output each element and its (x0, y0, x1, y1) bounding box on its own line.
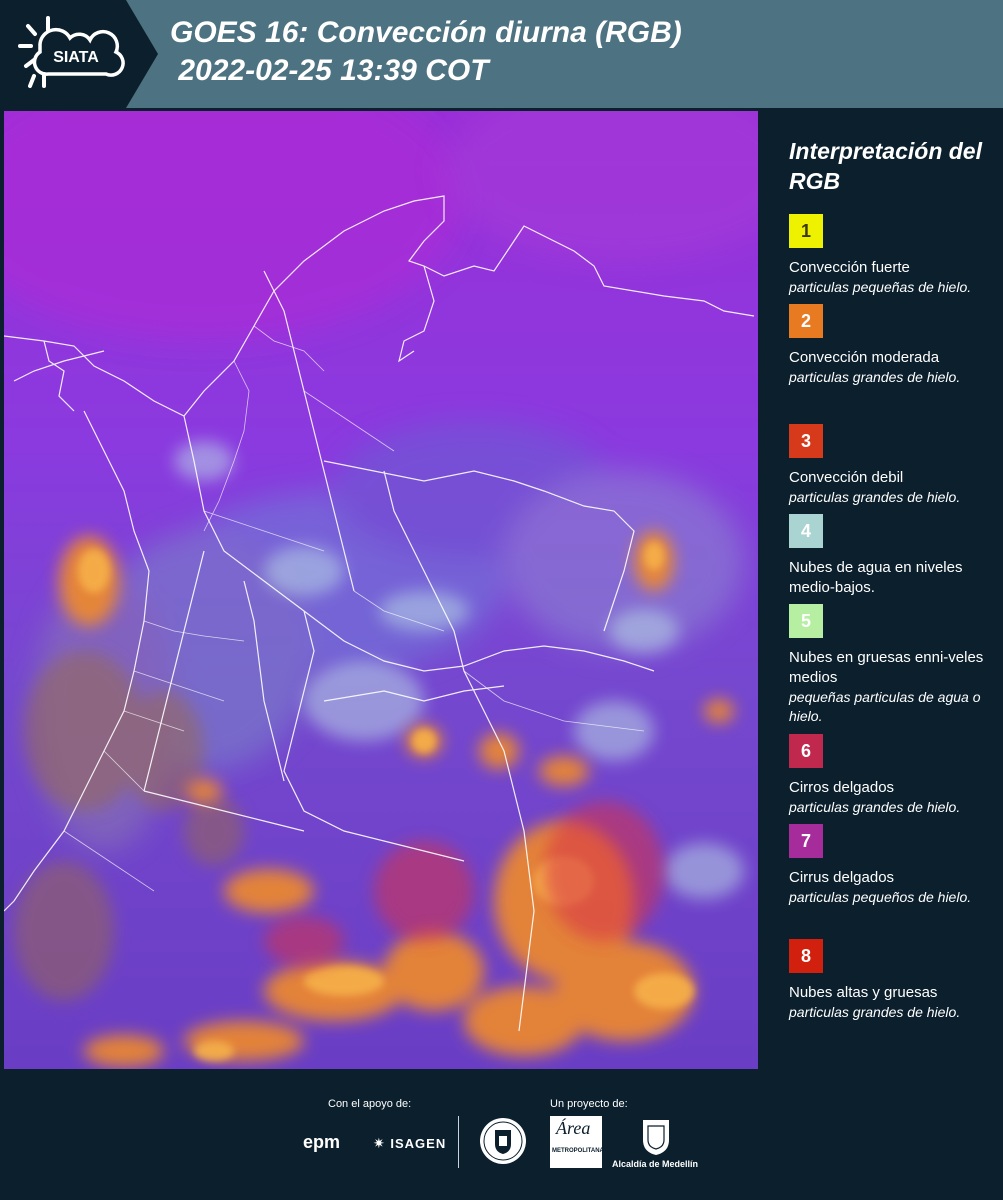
legend-item-5: 5 Nubes en gruesas enni-veles medios peque… (789, 604, 999, 726)
legend-item-name: Nubes altas y gruesas (789, 984, 938, 1001)
legend-swatch: 4 (789, 514, 823, 548)
page-title: GOES 16: Convección diurna (RGB) 2022-02… (170, 14, 682, 90)
legend-swatch: 7 (789, 824, 823, 858)
legend-item-desc: particulas pequeñas de hielo. (789, 279, 972, 295)
legend-item-6: 6 Cirros delgados particulas grandes de hi… (789, 734, 999, 817)
isagen-logo[interactable]: ✷ ISAGEN (373, 1135, 446, 1152)
epm-logo-text: epm (303, 1132, 341, 1152)
isagen-logo-text: ISAGEN (390, 1136, 447, 1151)
siata-logo[interactable]: SIATA (0, 0, 126, 108)
legend-panel: Interpretación del RGB 1 Convección fuert… (758, 108, 1003, 1070)
legend-swatch: 3 (789, 424, 823, 458)
epm-logo[interactable]: epm (303, 1132, 340, 1153)
project-label: Un proyecto de: (550, 1098, 628, 1110)
title-line-2: 2022-02-25 13:39 COT (170, 54, 489, 87)
legend-item-name: Nubes en gruesas enni-veles medios (789, 649, 984, 686)
legend-item-desc: particulas pequeños de hielo. (789, 889, 972, 905)
legend-item-desc: particulas grandes de hielo. (789, 799, 961, 815)
area-logo-sub: METROPOLITANA (552, 1148, 604, 1154)
alcaldia-label: Alcaldía de Medellín (612, 1159, 699, 1169)
legend-swatch: 1 (789, 214, 823, 248)
sun-cloud-icon: SIATA (18, 16, 125, 88)
satellite-rgb-map[interactable] (4, 111, 758, 1069)
legend-swatch: 5 (789, 604, 823, 638)
map-graphic (4, 111, 758, 1069)
legend-item-name: Convección debil (789, 469, 904, 486)
legend-swatch: 2 (789, 304, 823, 338)
medellin-seal-icon[interactable] (478, 1116, 528, 1166)
support-label: Con el apoyo de: (328, 1098, 412, 1110)
legend-item-desc: particulas grandes de hielo. (789, 489, 961, 505)
alcaldia-shield-icon[interactable] (641, 1118, 671, 1156)
legend-item-desc: particulas grandes de hielo. (789, 369, 961, 385)
legend-item-desc: particulas grandes de hielo. (789, 1004, 961, 1020)
legend-item-name: Convección fuerte (789, 259, 910, 276)
legend-item-name: Nubes de agua en niveles medio-bajos. (789, 559, 963, 596)
legend-item-name: Cirros delgados (789, 779, 895, 796)
legend-item-desc: pequeñas particulas de agua o hielo. (789, 689, 981, 724)
legend-item-1: 1 Convección fuerte particulas pequeñas de… (789, 214, 999, 297)
legend-item-name: Convección moderada (789, 349, 940, 366)
logo-text: SIATA (53, 49, 99, 66)
header-bar: SIATA GOES 16: Convección diurna (RGB) 2… (0, 0, 1003, 108)
legend-item-7: 7 Cirrus delgados particulas pequeños de h… (789, 824, 999, 907)
title-line-1: GOES 16: Convección diurna (RGB) (170, 16, 682, 49)
legend-item-3: 3 Convección debil particulas grandes de h… (789, 424, 999, 507)
area-metropolitana-logo[interactable]: Área METROPOLITANA (550, 1116, 604, 1168)
legend-item-name: Cirrus delgados (789, 869, 895, 886)
legend-item-2: 2 Convección moderada particulas grandes d… (789, 304, 999, 387)
footer: Con el apoyo de: Un proyecto de: epm ✷ I… (0, 1070, 1003, 1200)
area-logo-text: Área (556, 1118, 591, 1138)
isagen-icon: ✷ (373, 1135, 386, 1151)
legend-item-4: 4 Nubes de agua en niveles medio-bajos. (789, 514, 999, 598)
legend-title: Interpretación del RGB (789, 138, 982, 194)
logo-arrow (126, 0, 158, 108)
legend-swatch: 6 (789, 734, 823, 768)
legend-swatch: 8 (789, 939, 823, 973)
footer-divider (458, 1116, 459, 1168)
legend-item-8: 8 Nubes altas y gruesas particulas grandes… (789, 939, 999, 1022)
